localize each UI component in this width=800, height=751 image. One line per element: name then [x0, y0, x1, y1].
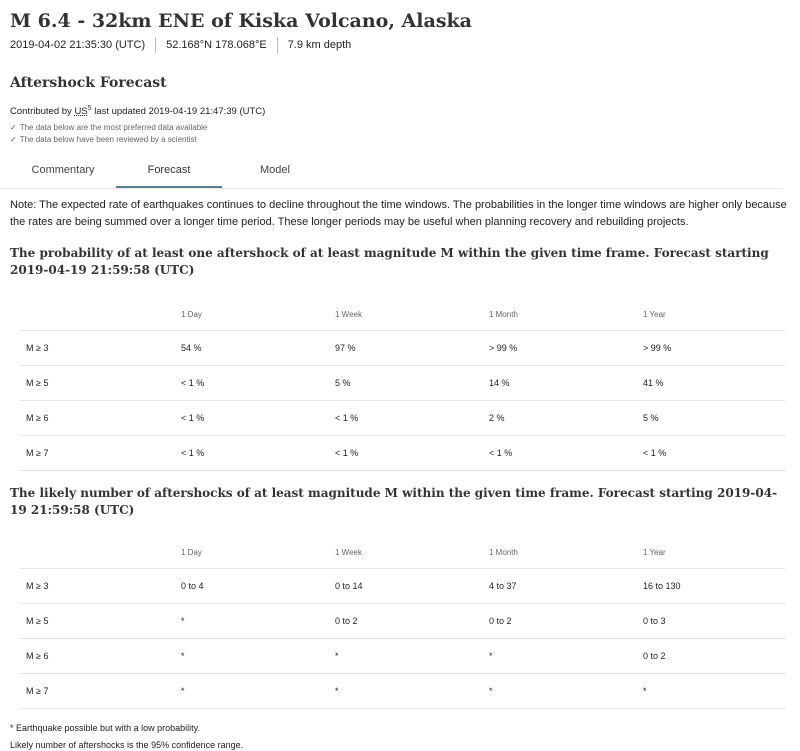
check-reviewed-text: The data below have been reviewed by a s… — [19, 135, 197, 144]
table-cell: > 99 % — [642, 330, 786, 366]
row-magnitude: M ≥ 3 — [20, 568, 180, 604]
table-row: M ≥ 5 < 1 % 5 % 14 % 41 % — [20, 365, 786, 401]
table-row: M ≥ 7 < 1 % < 1 % < 1 % < 1 % — [20, 435, 786, 471]
forecast-note: Note: The expected rate of earthquakes c… — [10, 199, 787, 228]
row-magnitude: M ≥ 7 — [20, 673, 180, 709]
column-header — [20, 536, 180, 569]
table-cell: * — [180, 673, 334, 709]
checkmark-icon: ✓ — [10, 135, 17, 144]
checkmark-icon: ✓ — [10, 123, 17, 132]
column-header: 1 Day — [180, 536, 334, 569]
row-magnitude: M ≥ 7 — [20, 435, 180, 471]
section-title: Aftershock Forecast — [10, 75, 167, 91]
table-cell: 0 to 3 — [642, 603, 786, 639]
table-cell: 41 % — [642, 365, 786, 401]
footnote-low-probability: * Earthquake possible but with a low pro… — [10, 723, 200, 733]
event-meta: 2019-04-02 21:35:30 (UTC) 52.168°N 178.0… — [10, 37, 790, 53]
column-header: 1 Day — [180, 298, 334, 331]
probability-table-title: The probability of at least one aftersho… — [10, 246, 769, 277]
check-reviewed: ✓ The data below have been reviewed by a … — [10, 134, 790, 146]
tab-forecast[interactable]: Forecast — [116, 158, 222, 188]
row-magnitude: M ≥ 5 — [20, 365, 180, 401]
check-preferred-text: The data below are the most preferred da… — [19, 123, 208, 132]
table-header-row: 1 Day 1 Week 1 Month 1 Year — [20, 536, 786, 569]
table-cell: 0 to 14 — [334, 568, 488, 604]
table-cell: * — [180, 603, 334, 639]
row-magnitude: M ≥ 6 — [20, 638, 180, 674]
tab-model[interactable]: Model — [222, 158, 328, 188]
table-cell: 0 to 4 — [180, 568, 334, 604]
table-cell: 2 % — [488, 400, 642, 436]
table-cell: * — [642, 673, 786, 709]
column-header: 1 Year — [642, 298, 786, 331]
table-cell: * — [488, 638, 642, 674]
table-cell: < 1 % — [488, 435, 642, 471]
probability-table: 1 Day 1 Week 1 Month 1 Year M ≥ 3 54 % 9… — [20, 298, 786, 471]
meta-divider — [155, 37, 157, 53]
column-header: 1 Week — [334, 298, 488, 331]
table-cell: < 1 % — [642, 435, 786, 471]
tab-bar: Commentary Forecast Model — [0, 158, 782, 189]
table-row: M ≥ 6 * * * 0 to 2 — [20, 638, 786, 674]
column-header: 1 Month — [488, 298, 642, 331]
table-cell: 4 to 37 — [488, 568, 642, 604]
column-header — [20, 298, 180, 331]
event-depth: 7.9 km depth — [287, 39, 352, 51]
table-cell: < 1 % — [334, 435, 488, 471]
table-cell: 5 % — [334, 365, 488, 401]
row-magnitude: M ≥ 5 — [20, 603, 180, 639]
table-cell: 97 % — [334, 330, 488, 366]
table-cell: 0 to 2 — [488, 603, 642, 639]
count-table-wrap: 1 Day 1 Week 1 Month 1 Year M ≥ 3 0 to 4… — [10, 536, 790, 709]
table-row: M ≥ 7 * * * * — [20, 673, 786, 709]
table-cell: > 99 % — [488, 330, 642, 366]
table-row: M ≥ 3 0 to 4 0 to 14 4 to 37 16 to 130 — [20, 568, 786, 604]
table-cell: 14 % — [488, 365, 642, 401]
event-title: M 6.4 - 32km ENE of Kiska Volcano, Alask… — [10, 10, 472, 32]
count-table: 1 Day 1 Week 1 Month 1 Year M ≥ 3 0 to 4… — [20, 536, 786, 709]
table-cell: * — [334, 673, 488, 709]
table-cell: 0 to 2 — [334, 603, 488, 639]
contributor-source-count: 5 — [87, 105, 92, 112]
table-cell: * — [334, 638, 488, 674]
check-preferred: ✓ The data below are the most preferred d… — [10, 122, 790, 134]
row-magnitude: M ≥ 3 — [20, 330, 180, 366]
event-time: 2019-04-02 21:35:30 (UTC) — [10, 39, 146, 51]
table-row: M ≥ 5 * 0 to 2 0 to 2 0 to 3 — [20, 603, 786, 639]
table-row: M ≥ 6 < 1 % < 1 % 2 % 5 % — [20, 400, 786, 436]
probability-table-wrap: 1 Day 1 Week 1 Month 1 Year M ≥ 3 54 % 9… — [10, 298, 790, 471]
table-cell: 5 % — [642, 400, 786, 436]
count-table-title: The likely number of aftershocks of at l… — [10, 486, 778, 517]
meta-divider — [276, 37, 278, 53]
last-updated: last updated 2019-04-19 21:47:39 (UTC) — [94, 106, 266, 118]
table-header-row: 1 Day 1 Week 1 Month 1 Year — [20, 298, 786, 331]
contributor-source-link[interactable]: US — [74, 106, 87, 117]
contributed-prefix: Contributed by — [10, 106, 72, 118]
tab-commentary[interactable]: Commentary — [10, 158, 116, 188]
footnote-confidence: Likely number of aftershocks is the 95% … — [10, 740, 244, 750]
table-cell: * — [180, 638, 334, 674]
table-row: M ≥ 3 54 % 97 % > 99 % > 99 % — [20, 330, 786, 366]
column-header: 1 Year — [642, 536, 786, 569]
table-cell: < 1 % — [180, 435, 334, 471]
table-cell: < 1 % — [180, 365, 334, 401]
table-cell: 0 to 2 — [642, 638, 786, 674]
contributor-line: Contributed by US5 last updated 2019-04-… — [10, 102, 790, 118]
table-cell: 16 to 130 — [642, 568, 786, 604]
table-cell: < 1 % — [180, 400, 334, 436]
table-cell: < 1 % — [334, 400, 488, 436]
table-cell: * — [488, 673, 642, 709]
column-header: 1 Month — [488, 536, 642, 569]
table-cell: 54 % — [180, 330, 334, 366]
column-header: 1 Week — [334, 536, 488, 569]
row-magnitude: M ≥ 6 — [20, 400, 180, 436]
page: M 6.4 - 32km ENE of Kiska Volcano, Alask… — [0, 0, 790, 751]
event-coords: 52.168°N 178.068°E — [166, 39, 267, 51]
